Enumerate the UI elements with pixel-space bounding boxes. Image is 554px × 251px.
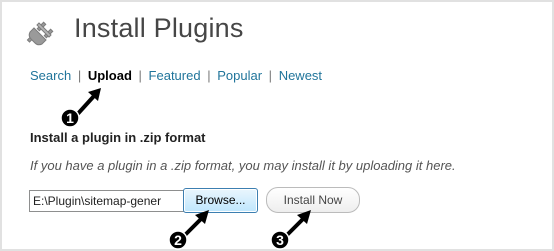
tab-featured[interactable]: Featured bbox=[149, 68, 201, 83]
callout-number-3: 3 bbox=[276, 232, 284, 248]
tab-newest[interactable]: Newest bbox=[279, 68, 322, 83]
callout-arrow-3: 3 bbox=[270, 210, 311, 250]
callout-number-2: 2 bbox=[174, 232, 182, 248]
callout-arrow-2: 2 bbox=[168, 210, 209, 250]
tab-separator: | bbox=[207, 68, 211, 83]
upload-description: If you have a plugin in a .zip format, y… bbox=[30, 158, 456, 173]
tab-popular[interactable]: Popular bbox=[217, 68, 262, 83]
install-plugins-panel: Install Plugins Search | Upload | Featur… bbox=[0, 0, 554, 251]
tab-separator: | bbox=[268, 68, 273, 83]
plugin-file-field[interactable]: E:\Plugin\sitemap-gener bbox=[29, 190, 186, 212]
page-title: Install Plugins bbox=[74, 13, 244, 43]
plugin-plug-icon bbox=[26, 21, 54, 46]
upload-heading: Install a plugin in .zip format bbox=[30, 130, 206, 145]
callout-number-1: 1 bbox=[66, 110, 74, 126]
tab-separator: | bbox=[138, 68, 142, 83]
tab-separator: | bbox=[77, 68, 82, 83]
tab-upload[interactable]: Upload bbox=[88, 68, 132, 83]
tab-search[interactable]: Search bbox=[30, 68, 71, 83]
callout-arrow-1: 1 bbox=[60, 88, 101, 128]
plugin-tabs: Search | Upload | Featured | Popular | N… bbox=[30, 68, 322, 83]
